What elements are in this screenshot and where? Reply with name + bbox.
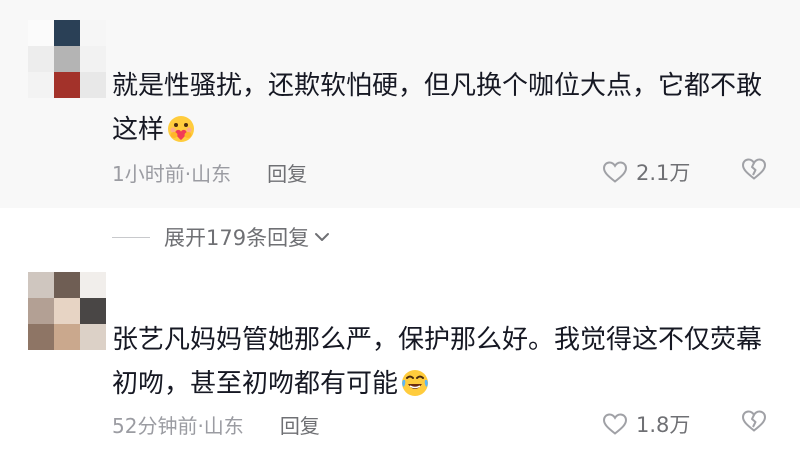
comment-text: 张艺凡妈妈管她那么严，保护那么好。我觉得这不仅荧幕初吻，甚至初吻都有可能 — [112, 318, 762, 406]
comment-meta: 52分钟前·山东 回复 — [112, 410, 320, 439]
dislike-button[interactable] — [740, 409, 768, 437]
heart-hug-emoji-icon — [168, 116, 195, 142]
comment-item: 就是性骚扰，还欺软怕硬，但凡换个咖位大点，它都不敢这样 1小时前·山东 回复 2… — [0, 0, 800, 208]
comment-item: 张艺凡妈妈管她那么严，保护那么好。我觉得这不仅荧幕初吻，甚至初吻都有可能 52分… — [0, 262, 800, 456]
reply-button[interactable]: 回复 — [267, 158, 307, 187]
comment-text-content: 就是性骚扰，还欺软怕硬，但凡换个咖位大点，它都不敢这样 — [112, 71, 763, 145]
comment-meta: 1小时前·山东 回复 — [112, 158, 307, 187]
expand-replies-button[interactable]: 展开179条回复 — [112, 222, 331, 252]
reply-button[interactable]: 回复 — [280, 410, 320, 439]
like-button[interactable]: 1.8万 — [602, 409, 690, 439]
comment-text-content: 张艺凡妈妈管她那么严，保护那么好。我觉得这不仅荧幕初吻，甚至初吻都有可能 — [112, 325, 763, 399]
heart-icon — [602, 161, 628, 183]
crying-laughing-emoji-icon — [402, 370, 429, 396]
heart-icon — [602, 413, 628, 435]
like-count: 1.8万 — [636, 413, 691, 437]
comment-time-location: 52分钟前·山东 — [112, 414, 244, 438]
comment-text: 就是性骚扰，还欺软怕硬，但凡换个咖位大点，它都不敢这样 — [112, 64, 762, 152]
like-button[interactable]: 2.1万 — [602, 157, 690, 187]
avatar[interactable] — [28, 272, 106, 350]
divider-line — [112, 236, 150, 238]
expand-replies-label: 展开179条回复 — [164, 226, 310, 250]
chevron-down-icon — [315, 233, 330, 241]
avatar[interactable] — [28, 20, 106, 98]
broken-heart-icon — [741, 158, 767, 180]
broken-heart-icon — [741, 410, 767, 432]
dislike-button[interactable] — [740, 157, 768, 185]
like-count: 2.1万 — [636, 161, 691, 185]
comment-time-location: 1小时前·山东 — [112, 162, 232, 186]
